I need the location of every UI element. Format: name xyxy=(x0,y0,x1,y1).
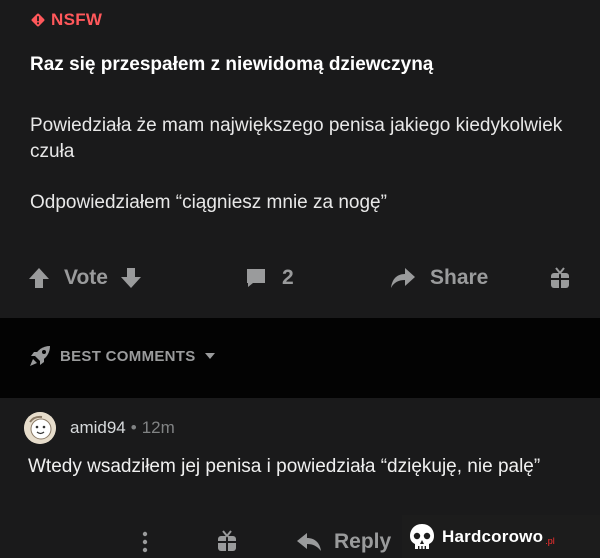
meta-separator: • xyxy=(130,418,137,437)
post-body-paragraph: Powiedziała że mam największego penisa j… xyxy=(30,115,563,162)
chevron-down-icon xyxy=(204,353,215,359)
award-button[interactable] xyxy=(550,267,570,289)
nsfw-tag: NSFW xyxy=(30,10,102,30)
post-title[interactable]: Raz się przespałem z niewidomą dziewczyn… xyxy=(30,54,433,76)
comments-button[interactable]: 2 xyxy=(244,266,294,290)
more-options-button[interactable] xyxy=(140,530,150,554)
reply-arrow-icon xyxy=(297,533,321,551)
comment-age: 12m xyxy=(141,418,175,437)
comment-text: Wtedy wsadziłem jej penisa i powiedziała… xyxy=(28,456,541,477)
watermark-suffix: .pl xyxy=(545,536,555,546)
vertical-dots-icon xyxy=(142,531,148,553)
comment-sort-dropdown[interactable]: BEST COMMENTS xyxy=(28,344,224,368)
rocket-icon xyxy=(30,346,50,366)
comment-username[interactable]: amid94 xyxy=(70,418,126,438)
downvote-arrow-icon[interactable] xyxy=(120,266,142,290)
watermark-brand: Hardcorowo xyxy=(442,526,544,546)
post-action-bar: Vote 2 Share xyxy=(0,260,600,296)
site-watermark: Hardcorowo .pl xyxy=(402,515,600,558)
vote-group: Vote xyxy=(28,266,142,290)
avatar-face-icon xyxy=(24,412,56,444)
gift-icon xyxy=(218,530,236,551)
post-card: NSFW Raz się przespałem z niewidomą dzie… xyxy=(0,0,600,318)
nsfw-diamond-icon xyxy=(31,13,45,27)
comment-bubble-icon xyxy=(247,269,265,287)
comment-meta: amid94 • 12m xyxy=(70,418,175,438)
reply-button[interactable]: Reply xyxy=(296,530,391,554)
skull-icon xyxy=(410,523,434,549)
post-body-paragraph: Odpowiedziałem “ciągniesz mnie za nogę” xyxy=(30,192,387,213)
upvote-arrow-icon[interactable] xyxy=(28,266,50,290)
share-button[interactable]: Share xyxy=(390,266,488,290)
vote-label: Vote xyxy=(64,266,108,289)
comment-count: 2 xyxy=(282,266,294,289)
comment-award-button[interactable] xyxy=(217,530,237,552)
nsfw-label: NSFW xyxy=(51,10,103,29)
share-arrow-icon xyxy=(391,268,415,288)
share-label: Share xyxy=(430,266,489,289)
gift-icon xyxy=(551,267,569,288)
sort-label: BEST COMMENTS xyxy=(60,347,196,365)
reply-label: Reply xyxy=(334,530,392,553)
avatar[interactable] xyxy=(24,412,56,444)
post-body: Powiedziała że mam największego penisa j… xyxy=(30,113,570,241)
